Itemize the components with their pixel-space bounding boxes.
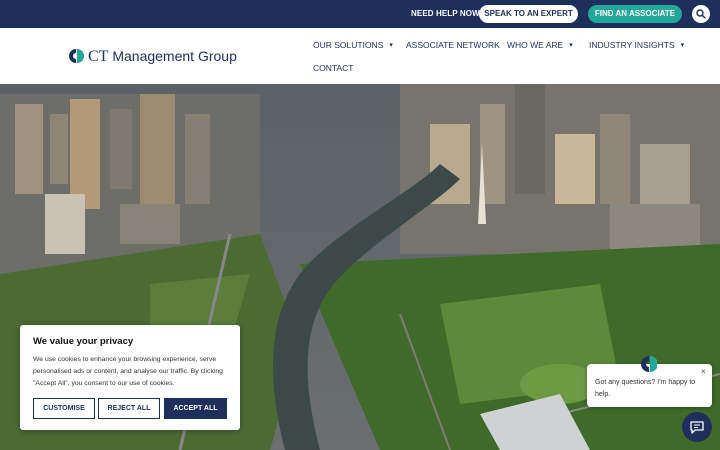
close-icon[interactable]: × bbox=[701, 367, 706, 376]
customise-button[interactable]: CUSTOMISE bbox=[33, 398, 95, 419]
need-help-label: NEED HELP NOW? bbox=[411, 9, 485, 18]
chat-greeting-text: Got any questions? I'm happy to help. bbox=[595, 379, 696, 398]
logo-mark-icon bbox=[69, 49, 84, 63]
chat-launcher-button[interactable] bbox=[682, 412, 712, 442]
nav-industry-insights[interactable]: INDUSTRY INSIGHTS ▾ bbox=[589, 40, 684, 50]
speak-to-expert-button[interactable]: SPEAK TO AN EXPERT bbox=[479, 5, 578, 23]
nav-who-we-are[interactable]: WHO WE ARE ▾ bbox=[507, 40, 573, 50]
find-associate-button[interactable]: FIND AN ASSOCIATE bbox=[588, 5, 682, 23]
top-utility-bar: NEED HELP NOW? SPEAK TO AN EXPERT FIND A… bbox=[0, 0, 720, 28]
cookie-description: We use cookies to enhance your browsing … bbox=[33, 356, 223, 387]
nav-our-solutions[interactable]: OUR SOLUTIONS ▾ bbox=[313, 40, 393, 50]
chevron-down-icon: ▾ bbox=[569, 42, 573, 49]
nav-contact[interactable]: CONTACT bbox=[313, 63, 353, 73]
cookie-consent-banner: We value your privacy We use cookies to … bbox=[20, 325, 240, 430]
nav-associate-network[interactable]: ASSOCIATE NETWORK bbox=[406, 40, 500, 50]
chevron-down-icon: ▾ bbox=[389, 42, 393, 49]
accept-all-button[interactable]: ACCEPT ALL bbox=[164, 398, 227, 419]
reject-all-button[interactable]: REJECT ALL bbox=[98, 398, 160, 419]
chat-icon bbox=[690, 421, 704, 434]
chevron-down-icon: ▾ bbox=[680, 42, 685, 49]
search-icon bbox=[696, 9, 706, 19]
chat-avatar-icon bbox=[641, 356, 657, 372]
cookie-title: We value your privacy bbox=[33, 336, 134, 347]
logo-text: CT Management Group bbox=[88, 48, 237, 65]
search-button[interactable] bbox=[692, 5, 710, 23]
